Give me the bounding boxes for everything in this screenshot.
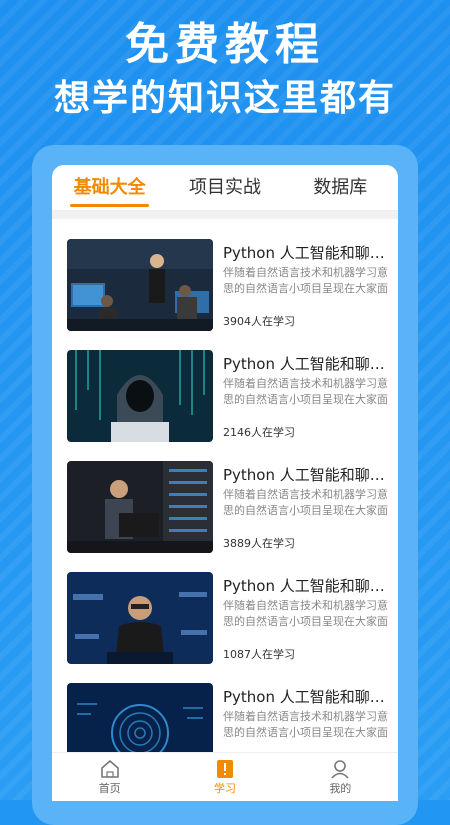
course-title: Python 人工智能和聊天机器人 (223, 577, 388, 595)
nav-home[interactable]: 首页 (52, 753, 167, 801)
course-title: Python 人工智能和聊天机器人 (223, 688, 388, 706)
course-list: Python 人工智能和聊天机器人 伴随着自然语言技术和机器学习意思的自然语言小… (52, 219, 398, 783)
course-item[interactable]: Python 人工智能和聊天机器人 伴随着自然语言技术和机器学习意思的自然语言小… (67, 461, 398, 561)
course-item[interactable]: Python 人工智能和聊天机器人 伴随着自然语言技术和机器学习意思的自然语言小… (67, 239, 398, 339)
nav-study-label: 学习 (213, 782, 236, 795)
course-title: Python 人工智能和聊天机器人 (223, 244, 388, 262)
course-description: 伴随着自然语言技术和机器学习意思的自然语言小项目呈现在大家面前 (223, 599, 388, 628)
tab-database[interactable]: 数据库 (283, 165, 398, 210)
course-item[interactable]: Python 人工智能和聊天机器人 伴随着自然语言技术和机器学习意思的自然语言小… (67, 350, 398, 450)
home-icon (52, 757, 167, 781)
nav-home-label: 首页 (98, 782, 121, 795)
nav-mine-label: 我的 (329, 782, 352, 795)
tab-projects[interactable]: 项目实战 (167, 165, 282, 210)
course-thumbnail (67, 461, 213, 553)
course-item[interactable]: Python 人工智能和聊天机器人 伴随着自然语言技术和机器学习意思的自然语言小… (67, 572, 398, 672)
course-learner-count: 3889人在学习 (223, 537, 295, 550)
course-info: Python 人工智能和聊天机器人 伴随着自然语言技术和机器学习意思的自然语言小… (223, 239, 388, 339)
category-tabs: 基础大全 项目实战 数据库 (52, 165, 398, 211)
course-thumbnail (67, 350, 213, 442)
course-info: Python 人工智能和聊天机器人 伴随着自然语言技术和机器学习意思的自然语言小… (223, 461, 388, 561)
course-learner-count: 3904人在学习 (223, 315, 295, 328)
nav-mine[interactable]: 我的 (283, 753, 398, 801)
course-learner-count: 2146人在学习 (223, 426, 295, 439)
course-learner-count: 1087人在学习 (223, 648, 295, 661)
course-description: 伴随着自然语言技术和机器学习意思的自然语言小项目呈现在大家面前 (223, 266, 388, 295)
course-description: 伴随着自然语言技术和机器学习意思的自然语言小项目呈现在大家面前 (223, 488, 388, 517)
promo-subtitle: 想学的知识这里都有 (53, 78, 396, 119)
divider (52, 211, 398, 219)
book-icon (167, 757, 282, 781)
course-thumbnail (67, 239, 213, 331)
course-description: 伴随着自然语言技术和机器学习意思的自然语言小项目呈现在大家面前 (223, 710, 388, 739)
course-thumbnail (67, 572, 213, 664)
nav-study[interactable]: 学习 (167, 753, 282, 801)
promo-title: 免费教程 (125, 19, 325, 70)
course-info: Python 人工智能和聊天机器人 伴随着自然语言技术和机器学习意思的自然语言小… (223, 572, 388, 672)
tab-basics[interactable]: 基础大全 (52, 165, 167, 210)
course-title: Python 人工智能和聊天机器人 (223, 466, 388, 484)
course-info: Python 人工智能和聊天机器人 伴随着自然语言技术和机器学习意思的自然语言小… (223, 350, 388, 450)
user-icon (283, 757, 398, 781)
course-title: Python 人工智能和聊天机器人 (223, 355, 388, 373)
bottom-nav: 首页 学习 我的 (52, 752, 398, 801)
course-description: 伴随着自然语言技术和机器学习意思的自然语言小项目呈现在大家面前 (223, 377, 388, 406)
app-screen: 基础大全 项目实战 数据库 Python 人工智能和聊天 伴随着自然语言技术和机… (52, 165, 398, 800)
promo-header: 免费教程 想学的知识这里都有 (0, 18, 450, 122)
